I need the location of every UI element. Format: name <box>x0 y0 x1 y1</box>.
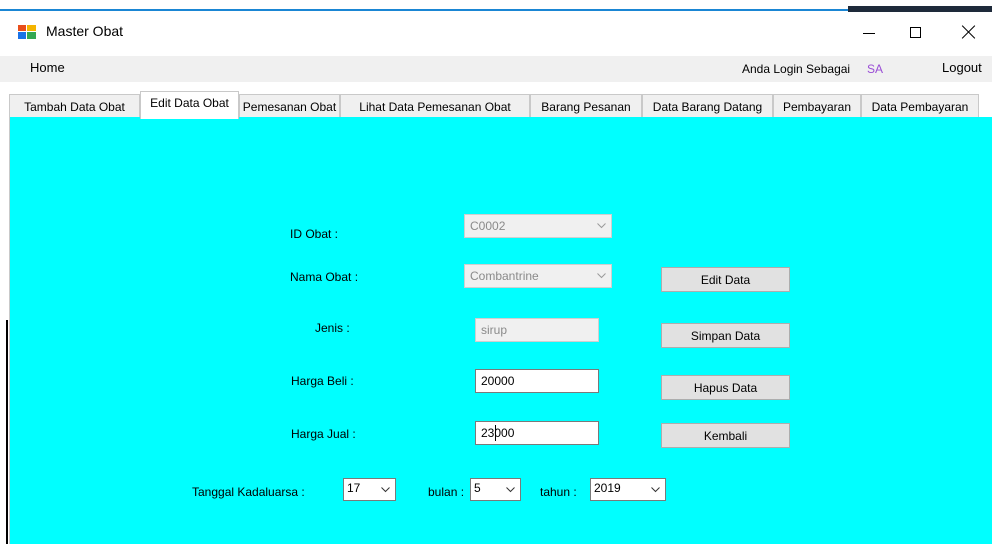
top-accent-line <box>0 9 848 11</box>
menu-logout[interactable]: Logout <box>942 60 982 75</box>
tahun-value: 2019 <box>594 481 621 495</box>
maximize-button[interactable] <box>892 12 938 52</box>
maximize-icon <box>909 26 921 38</box>
tanggal-value: 17 <box>347 481 361 495</box>
nama-obat-label: Nama Obat : <box>290 270 359 284</box>
bulan-combobox[interactable]: 5 <box>470 478 521 501</box>
chevron-down-icon <box>381 487 390 495</box>
hapus-data-button[interactable]: Hapus Data <box>661 375 790 400</box>
close-icon <box>962 25 976 39</box>
window-top-border <box>0 0 992 12</box>
harga-jual-value: 23000 <box>481 426 515 440</box>
tab-strip: Tambah Data Obat Edit Data Obat Pemesana… <box>9 91 992 119</box>
id-obat-label: ID Obat : <box>290 227 339 241</box>
jenis-label: Jenis : <box>315 321 350 335</box>
menu-bar: Home Anda Login Sebagai SA Logout <box>0 56 992 82</box>
simpan-data-button[interactable]: Simpan Data <box>661 323 790 348</box>
chevron-down-icon <box>506 487 515 495</box>
harga-beli-field[interactable]: 20000 <box>475 369 599 393</box>
text-caret <box>495 425 496 441</box>
harga-jual-label: Harga Jual : <box>291 427 356 441</box>
jenis-value: sirup <box>481 323 508 337</box>
menu-home[interactable]: Home <box>30 60 65 75</box>
harga-beli-value: 20000 <box>481 374 515 388</box>
left-window-edge <box>0 320 9 544</box>
edit-data-obat-panel: ID Obat : C0002 Nama Obat : Combantrine … <box>9 117 992 544</box>
bulan-label: bulan : <box>428 485 465 499</box>
login-label: Anda Login Sebagai <box>742 62 851 76</box>
chevron-down-icon <box>597 273 606 281</box>
harga-beli-label: Harga Beli : <box>291 374 354 388</box>
tab-lihat-data-pemesanan-obat[interactable]: Lihat Data Pemesanan Obat <box>340 94 530 118</box>
id-obat-combobox[interactable]: C0002 <box>464 214 612 238</box>
edit-data-button[interactable]: Edit Data <box>661 267 790 292</box>
tab-tambah-data-obat[interactable]: Tambah Data Obat <box>9 94 140 118</box>
login-user: SA <box>867 62 884 76</box>
tab-edit-data-obat[interactable]: Edit Data Obat <box>140 91 239 119</box>
minimize-icon <box>863 32 875 34</box>
tanggal-kadaluarsa-label: Tanggal Kadaluarsa : <box>192 485 305 499</box>
tanggal-combobox[interactable]: 17 <box>343 478 396 501</box>
bulan-value: 5 <box>474 481 481 495</box>
jenis-field[interactable]: sirup <box>475 318 599 342</box>
tab-data-barang-datang[interactable]: Data Barang Datang <box>642 94 773 118</box>
tab-barang-pesanan[interactable]: Barang Pesanan <box>530 94 642 118</box>
nama-obat-value: Combantrine <box>470 269 539 283</box>
harga-jual-field[interactable]: 23000 <box>475 421 599 445</box>
tab-pembayaran[interactable]: Pembayaran <box>773 94 861 118</box>
tahun-label: tahun : <box>540 485 577 499</box>
master-obat-window: Master Obat Home Anda Login Sebagai SA L… <box>0 0 992 544</box>
chevron-down-icon <box>651 487 660 495</box>
title-bar[interactable]: Master Obat <box>0 12 992 52</box>
chevron-down-icon <box>597 223 606 231</box>
nama-obat-combobox[interactable]: Combantrine <box>464 264 612 288</box>
window-title: Master Obat <box>46 23 124 39</box>
minimize-button[interactable] <box>846 12 892 52</box>
kembali-button[interactable]: Kembali <box>661 423 790 448</box>
close-button[interactable] <box>946 12 992 52</box>
id-obat-value: C0002 <box>470 219 506 233</box>
tab-data-pembayaran[interactable]: Data Pembayaran <box>861 94 979 118</box>
tahun-combobox[interactable]: 2019 <box>590 478 666 501</box>
app-icon <box>18 25 36 39</box>
tab-pemesanan-obat[interactable]: Pemesanan Obat <box>239 94 340 118</box>
